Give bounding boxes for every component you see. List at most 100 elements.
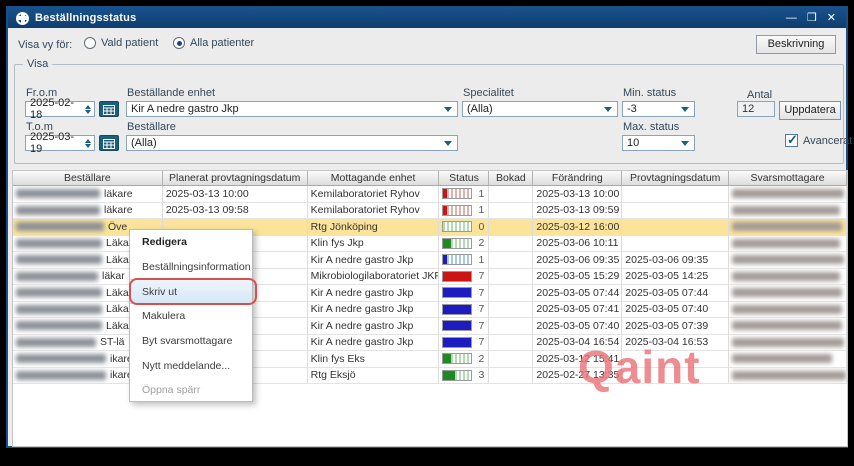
receiving-unit-cell: Kir A nedre gastro Jkp bbox=[308, 318, 440, 334]
column-header[interactable]: Planerat provtagningsdatum bbox=[163, 171, 308, 186]
table-row[interactable]: läkare2025-03-13 10:00Kemilaboratoriet R… bbox=[13, 186, 847, 203]
advanced-checkbox[interactable]: Avancerat bbox=[785, 134, 852, 147]
calendar-icon bbox=[103, 138, 115, 149]
table-row[interactable]: läkare2025-03-13 09:58Kemilaboratoriet R… bbox=[13, 203, 847, 220]
status-progress-bar bbox=[442, 370, 472, 381]
chevron-down-icon bbox=[681, 107, 689, 112]
booked-cell bbox=[489, 252, 533, 268]
close-button[interactable]: ✕ bbox=[827, 9, 836, 27]
red-annotation-box bbox=[129, 278, 257, 305]
chevron-down-icon bbox=[444, 107, 452, 112]
redacted-name bbox=[16, 371, 106, 380]
status-progress-bar bbox=[442, 337, 472, 348]
redacted-recipient bbox=[732, 371, 846, 380]
change-date-cell: 2025-03-05 15:29 bbox=[533, 269, 622, 285]
reply-recipient-cell bbox=[729, 269, 847, 285]
column-header[interactable]: Status bbox=[439, 171, 489, 186]
count-value: 12 bbox=[742, 103, 754, 115]
status-number: 1 bbox=[478, 252, 484, 268]
description-button[interactable]: Beskrivning bbox=[756, 35, 836, 54]
redacted-recipient bbox=[732, 321, 842, 330]
ordering-unit-select[interactable]: Kir A nedre gastro Jkp bbox=[126, 101, 458, 117]
reply-recipient-cell bbox=[729, 368, 847, 384]
menu-item-skriv-ut[interactable]: Skriv ut bbox=[130, 279, 252, 304]
max-status-select[interactable]: 10 bbox=[622, 135, 695, 151]
status-progress-bar bbox=[442, 304, 472, 315]
speciality-value: (Alla) bbox=[467, 103, 493, 115]
menu-item-öppna-spärr: Öppna spärr bbox=[130, 378, 252, 403]
redacted-name bbox=[16, 338, 96, 347]
minimize-button[interactable]: — bbox=[786, 9, 797, 27]
reply-recipient-cell bbox=[729, 318, 847, 334]
from-calendar-button[interactable] bbox=[99, 101, 119, 117]
orderer-suffix: läkare bbox=[104, 203, 133, 219]
view-for-label: Visa vy för: bbox=[18, 39, 72, 51]
receiving-unit-cell: Kir A nedre gastro Jkp bbox=[308, 335, 440, 351]
orderer-select[interactable]: (Alla) bbox=[126, 135, 458, 151]
radio-vald-patient[interactable]: Vald patient bbox=[84, 37, 158, 49]
radio-vald-patient-label: Vald patient bbox=[101, 37, 158, 49]
status-cell: 1 bbox=[439, 186, 489, 202]
maximize-button[interactable]: ❒ bbox=[807, 9, 817, 27]
orderer-value: (Alla) bbox=[131, 137, 157, 149]
filter-group: Visa Fr.o.m 2025-02-18 T.o.m 2025-03-19 … bbox=[14, 64, 844, 164]
sampling-date-cell bbox=[622, 203, 729, 219]
redacted-name bbox=[16, 206, 100, 215]
receiving-unit-cell: Rtg Eksjö bbox=[308, 368, 440, 384]
menu-item-byt-svarsmottagare[interactable]: Byt svarsmottagare bbox=[130, 329, 252, 354]
radio-circle-selected-icon[interactable] bbox=[173, 37, 185, 49]
window-title: Beställningsstatus bbox=[35, 12, 136, 24]
menu-item-nytt-meddelande-[interactable]: Nytt meddelande... bbox=[130, 353, 252, 378]
planned-sampling-date-cell: 2025-03-13 09:58 bbox=[163, 203, 308, 219]
title-bar: Beställningsstatus — ❒ ✕ bbox=[8, 8, 846, 28]
from-date-input[interactable]: 2025-02-18 bbox=[25, 101, 95, 117]
update-button[interactable]: Uppdatera bbox=[779, 101, 841, 120]
radio-circle-icon[interactable] bbox=[84, 37, 96, 49]
menu-item-beställningsinformation[interactable]: Beställningsinformation bbox=[130, 255, 252, 280]
column-header[interactable]: Mottagande enhet bbox=[308, 171, 440, 186]
column-header[interactable]: Beställare bbox=[13, 171, 163, 186]
speciality-select[interactable]: (Alla) bbox=[462, 101, 618, 117]
column-header[interactable]: Svarsmottagare bbox=[729, 171, 847, 186]
status-cell: 3 bbox=[439, 368, 489, 384]
min-status-select[interactable]: -3 bbox=[622, 101, 695, 117]
ordering-unit-label: Beställande enhet bbox=[127, 87, 215, 99]
redacted-name bbox=[16, 288, 102, 297]
column-header[interactable]: Förändring bbox=[533, 171, 622, 186]
to-date-value: 2025-03-19 bbox=[30, 131, 83, 155]
speciality-label: Specialitet bbox=[463, 87, 514, 99]
reply-recipient-cell bbox=[729, 203, 847, 219]
orderer-suffix: läkare bbox=[104, 186, 133, 202]
date-spinner-icon[interactable] bbox=[83, 139, 94, 148]
status-number: 0 bbox=[478, 219, 484, 235]
radio-alla-patienter[interactable]: Alla patienter bbox=[173, 37, 254, 49]
orderer-suffix: Läka bbox=[106, 302, 129, 318]
column-header[interactable]: Bokad bbox=[489, 171, 533, 186]
date-spinner-icon[interactable] bbox=[83, 105, 94, 114]
table-header-row: BeställarePlanerat provtagningsdatumMott… bbox=[13, 171, 847, 186]
booked-cell bbox=[489, 318, 533, 334]
change-date-cell: 2025-03-12 16:00 bbox=[533, 219, 622, 235]
redacted-name bbox=[16, 321, 102, 330]
chevron-down-icon bbox=[604, 107, 612, 112]
reply-recipient-cell bbox=[729, 302, 847, 318]
to-calendar-button[interactable] bbox=[99, 135, 119, 151]
status-progress-bar bbox=[442, 221, 472, 232]
column-header[interactable]: Provtagningsdatum bbox=[622, 171, 729, 186]
redacted-name bbox=[16, 255, 102, 264]
status-number: 3 bbox=[478, 368, 484, 384]
redacted-recipient bbox=[732, 206, 840, 215]
sampling-date-cell: 2025-03-05 14:25 bbox=[622, 269, 729, 285]
menu-item-makulera[interactable]: Makulera bbox=[130, 304, 252, 329]
menu-item-redigera[interactable]: Redigera bbox=[130, 230, 252, 255]
checkbox-checked-icon[interactable] bbox=[785, 134, 798, 147]
orderer-cell: läkare bbox=[13, 203, 163, 219]
status-progress-bar bbox=[442, 205, 472, 216]
radio-alla-patienter-label: Alla patienter bbox=[190, 37, 254, 49]
orderer-label: Beställare bbox=[127, 121, 176, 133]
booked-cell bbox=[489, 203, 533, 219]
receiving-unit-cell: Klin fys Jkp bbox=[308, 236, 440, 252]
orderer-suffix: läkar bbox=[102, 269, 125, 285]
status-cell: 1 bbox=[439, 252, 489, 268]
to-date-input[interactable]: 2025-03-19 bbox=[25, 135, 95, 151]
